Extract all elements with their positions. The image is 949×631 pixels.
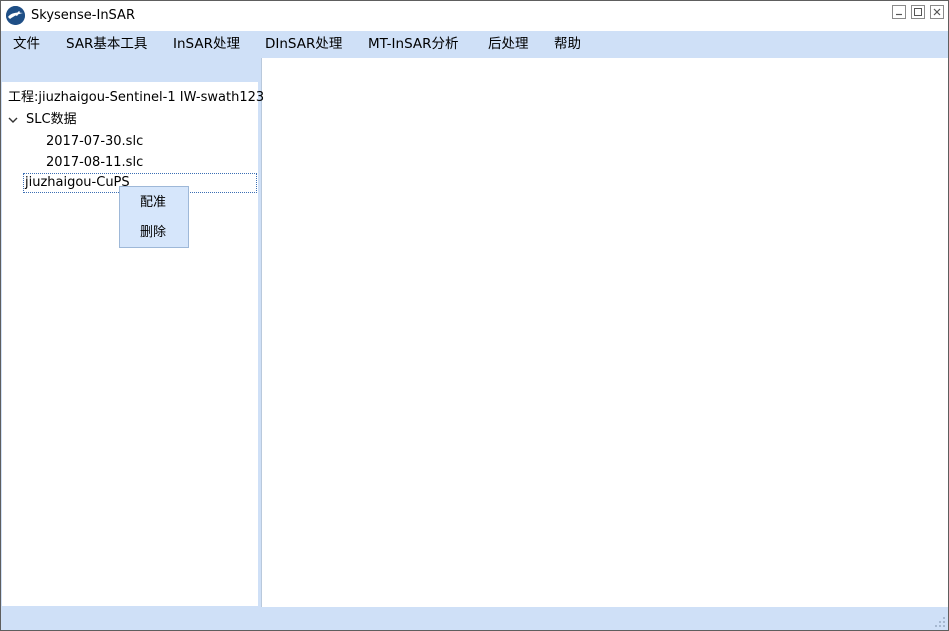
minimize-icon (896, 13, 902, 16)
skysense-logo-icon (6, 6, 25, 25)
app-window: Skysense-InSAR 文件 SAR基本工具 InSAR处理 DInSAR… (0, 0, 949, 631)
maximize-icon (914, 8, 922, 16)
menu-sar-tools[interactable]: SAR基本工具 (66, 31, 147, 58)
workspace-panel[interactable] (261, 58, 948, 607)
context-menu-register[interactable]: 配准 (140, 194, 166, 212)
title-bar[interactable]: Skysense-InSAR (1, 1, 948, 31)
context-menu-delete[interactable]: 删除 (140, 224, 166, 242)
tree-slc-folder[interactable]: SLC数据 (26, 111, 77, 129)
chevron-down-icon[interactable] (7, 114, 19, 126)
close-button[interactable] (930, 5, 944, 19)
menu-postprocess[interactable]: 后处理 (488, 31, 529, 58)
window-title: Skysense-InSAR (31, 8, 135, 23)
menu-insar[interactable]: InSAR处理 (173, 31, 240, 58)
maximize-button[interactable] (911, 5, 925, 19)
menu-dinsar[interactable]: DInSAR处理 (265, 31, 342, 58)
minimize-button[interactable] (892, 5, 906, 19)
tree-slc-file[interactable]: 2017-07-30.slc (46, 133, 143, 151)
close-icon (933, 8, 941, 16)
status-bar (1, 607, 948, 630)
menu-mtinsar[interactable]: MT-InSAR分析 (368, 31, 459, 58)
resize-grip-icon[interactable] (934, 616, 946, 628)
menu-file[interactable]: 文件 (13, 31, 40, 58)
menu-bar: 文件 SAR基本工具 InSAR处理 DInSAR处理 MT-InSAR分析 后… (1, 31, 948, 58)
tree-project-root[interactable]: 工程:jiuzhaigou-Sentinel-1 IW-swath123 (8, 89, 264, 107)
context-menu: 配准 删除 (119, 186, 189, 248)
tree-slc-file[interactable]: 2017-08-11.slc (46, 154, 143, 172)
menu-help[interactable]: 帮助 (554, 31, 581, 58)
